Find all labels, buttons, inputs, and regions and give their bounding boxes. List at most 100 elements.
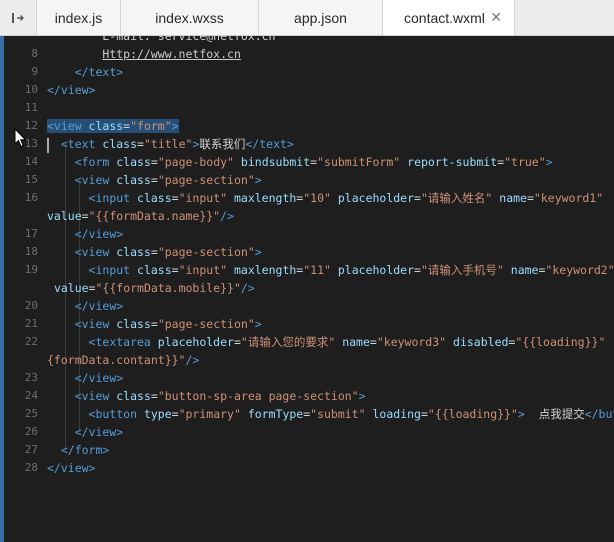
code-line: 15 <view class="page-section"> [0,171,614,189]
code-token-str: "10" [303,191,331,205]
code-token-attr: class [116,155,151,169]
code-token-attr: placeholder [337,191,415,205]
code-token-attr: class [102,137,138,151]
tab-bar-empty-space [515,0,614,35]
sidebar-toggle-icon[interactable] [0,0,37,35]
code-token-str: "11" [303,263,331,277]
code-token-tag: > [545,155,553,169]
tab-label: index.js [54,9,103,26]
code-text: <form class="page-body" bindsubmit="subm… [47,153,553,171]
code-text: <text class="title">联系我们</text> [47,135,294,153]
tab-index-js[interactable]: index.js [37,0,121,35]
code-token-str: "请输入您的要求" [240,335,336,349]
code-token-str: "input" [178,263,228,277]
code-token-tag: <view [74,245,117,259]
code-token-str: "title" [143,137,193,151]
text-cursor [47,138,49,153]
code-token-txt: = [150,245,158,259]
code-text: </view> [47,225,123,243]
code-token-tag: </text> [74,65,124,79]
code-token-tag: > [254,173,262,187]
code-token-tag: /> [185,353,200,367]
code-token-tag: <form [74,155,117,169]
tab-label: contact.wxml [404,9,485,26]
code-line: 25 <button type="primary" formType="subm… [0,405,614,423]
tab-bar: index.js index.wxss app.json contact.wxm… [0,0,614,36]
code-token-txt: = [81,209,89,223]
code-token-txt: 点我提交 [524,407,585,421]
code-token-tag: <input [88,263,138,277]
line-number: 24 [24,389,38,402]
code-text: </view> [47,297,123,315]
selection-highlight: <view class="form"> [47,119,179,133]
code-token-txt: = [526,191,534,205]
code-line: 23 </view> [0,369,614,387]
code-token-str: "{{loading}}" [515,335,606,349]
tab-index-wxss[interactable]: index.wxss [121,0,259,35]
code-token-attr: class [137,263,172,277]
code-line: E-mail: service@netfox.cn [0,36,614,45]
code-token-attr: value [47,209,82,223]
code-token-attr: loading [372,407,421,421]
code-token-str: "请输入姓名" [420,191,493,205]
code-line: 18 <view class="page-section"> [0,243,614,261]
code-token-tag: <view [74,389,117,403]
code-token-tag: <textarea [88,335,158,349]
code-token-tag: <input [88,191,138,205]
code-token-txt: = [414,263,421,277]
code-token-tag: > [254,317,262,331]
code-token-tag: > [517,407,525,421]
code-text: <input class="input" maxlength="10" plac… [47,189,604,207]
code-token-tag: /> [220,209,234,223]
tab-app-json[interactable]: app.json [259,0,383,35]
code-token-attr: name [342,335,370,349]
code-text: value="{{formData.name}}"/> [47,207,234,225]
close-icon[interactable]: ✕ [490,10,502,26]
code-token-str: "{{formData.name}}" [88,209,221,223]
line-number: 15 [24,173,38,186]
code-token-attr: maxlength [233,263,297,277]
code-line: 27 </form> [0,441,614,459]
code-token-attr: class [116,389,151,403]
code-text: </view> [47,81,95,99]
code-token-str: "keyword2" [545,263,614,277]
code-token-str: "keyword1" [533,191,604,205]
code-token-attr: name [510,263,539,277]
code-editor[interactable]: E-mail: service@netfox.cn 8 Http://www.ne… [0,36,614,542]
code-token-attr: class [116,317,151,331]
code-line: 13 <text class="title">联系我们</text> [0,135,614,153]
tab-label: app.json [294,9,347,26]
line-number: 17 [24,227,38,240]
code-token-txt: = [171,407,179,421]
code-token-str: "submit" [310,407,366,421]
code-token-attr: placeholder [337,263,415,277]
code-token-attr: class [137,191,172,205]
code-text: <input class="input" maxlength="11" plac… [47,261,614,279]
code-token-tag: </view> [47,461,96,475]
code-text: {formData.contant}}"/> [47,351,199,369]
code-line: {formData.contant}}"/> [0,351,614,369]
code-token-txt: = [88,281,96,295]
code-token-tag: </view> [74,371,124,385]
line-number: 22 [24,335,38,348]
code-line: 21 <view class="page-section"> [0,315,614,333]
code-token-str: {formData.contant}}" [47,353,186,367]
code-token-link: Http://www.netfox.cn [102,47,241,61]
code-text: <view class="button-sp-area page-section… [47,387,366,405]
code-token-tag: </text> [245,137,294,151]
tab-contact-wxml[interactable]: contact.wxml ✕ [383,0,515,35]
